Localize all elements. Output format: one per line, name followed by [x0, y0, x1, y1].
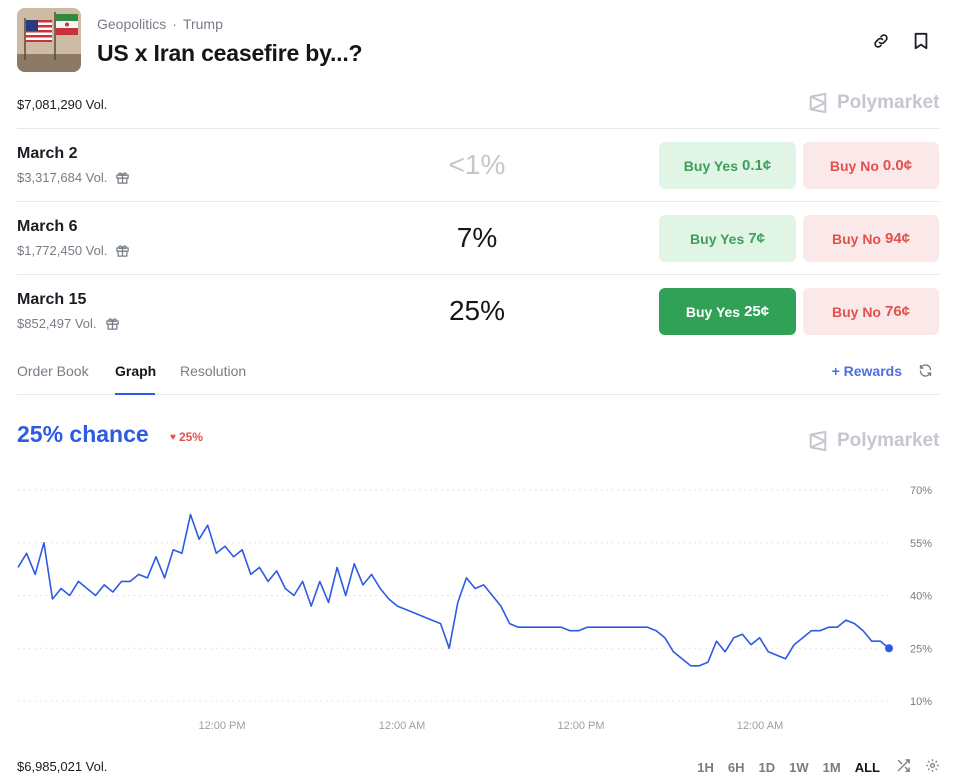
- buy-yes-label: Buy Yes: [683, 157, 739, 174]
- market-thumbnail: [17, 8, 81, 72]
- market-volume-text: $852,497 Vol.: [17, 316, 97, 331]
- breadcrumb-separator: ·: [172, 16, 177, 32]
- x-tick-label: 12:00 AM: [379, 720, 425, 732]
- polymarket-logo-icon: [809, 430, 827, 452]
- price-chart[interactable]: 70% 55% 40% 25% 10% 12:00 PM 12:00 AM 12:00 PM 1…: [0, 470, 958, 740]
- market-row-march-6[interactable]: March 6 $1,772,450 Vol. 7% Buy Yes 7¢ Bu…: [17, 202, 939, 275]
- x-tick-label: 12:00 AM: [737, 720, 783, 732]
- y-tick-label: 55%: [910, 538, 932, 550]
- bookmark-icon: [914, 32, 928, 50]
- buy-yes-button[interactable]: Buy Yes 7¢: [659, 215, 796, 262]
- chance-change: ♥ 25%: [170, 430, 203, 444]
- series-line: [17, 513, 890, 667]
- buy-yes-price: 7¢: [748, 230, 765, 247]
- buy-yes-label: Buy Yes: [685, 303, 741, 320]
- market-date: March 2: [17, 145, 78, 162]
- active-tab-indicator: [115, 393, 155, 395]
- total-volume: $7,081,290 Vol.: [17, 97, 108, 112]
- range-6h[interactable]: 6H: [728, 760, 745, 775]
- y-tick-label: 70%: [910, 485, 932, 497]
- range-all[interactable]: ALL: [855, 760, 880, 775]
- time-range-selector: 1H 6H 1D 1W 1M ALL: [697, 758, 940, 776]
- range-1w[interactable]: 1W: [789, 760, 809, 775]
- y-tick-label: 25%: [910, 643, 932, 655]
- x-tick-label: 12:00 PM: [557, 720, 604, 732]
- buy-yes-label: Buy Yes: [690, 230, 745, 247]
- buy-no-button[interactable]: Buy No 94¢: [803, 215, 939, 262]
- buy-yes-price: 0.1¢: [742, 157, 772, 174]
- bookmark-button[interactable]: [910, 30, 932, 52]
- polymarket-logo: Polymarket: [807, 92, 939, 114]
- market-header: Geopolitics · Trump US x Iran ceasefire by…: [17, 8, 941, 74]
- breadcrumb-category[interactable]: Geopolitics: [97, 16, 166, 32]
- gear-icon: [926, 759, 939, 772]
- breadcrumb-tag[interactable]: Trump: [183, 16, 223, 32]
- gift-icon: [116, 172, 130, 184]
- refresh-button[interactable]: [918, 363, 933, 383]
- x-tick-label: 12:00 PM: [198, 720, 245, 732]
- market-date: March 6: [17, 218, 78, 235]
- polymarket-watermark: Polymarket: [807, 430, 939, 452]
- y-tick-label: 40%: [910, 591, 932, 603]
- buy-yes-button[interactable]: Buy Yes 25¢: [659, 288, 796, 335]
- rewards-button[interactable]: + Rewards: [832, 363, 902, 379]
- last-point-marker: [885, 644, 893, 653]
- y-tick-label: 10%: [910, 696, 932, 708]
- market-volume: $3,317,684 Vol.: [17, 170, 130, 185]
- range-1m[interactable]: 1M: [823, 760, 841, 775]
- graph-volume: $6,985,021 Vol.: [17, 759, 108, 774]
- market-row-march-15[interactable]: March 15 $852,497 Vol. 25% Buy Yes 25¢ B…: [17, 275, 939, 348]
- tab-order-book[interactable]: Order Book: [17, 363, 89, 379]
- buy-yes-button[interactable]: Buy Yes 0.1¢: [659, 142, 796, 189]
- buy-no-label: Buy No: [829, 157, 879, 174]
- market-chance: <1%: [448, 149, 506, 180]
- buy-no-price: 76¢: [884, 303, 911, 320]
- market-chance: 7%: [456, 222, 498, 253]
- range-1d[interactable]: 1D: [759, 760, 776, 775]
- market-volume-text: $1,772,450 Vol.: [17, 243, 108, 258]
- market-chance: 25%: [448, 295, 506, 326]
- buy-no-label: Buy No: [831, 230, 881, 247]
- buy-yes-price: 25¢: [744, 303, 770, 320]
- market-row-march-2[interactable]: March 2 $3,317,684 Vol. <1% Buy Yes 0.1¢…: [17, 129, 939, 202]
- heart-icon: ♥: [170, 431, 176, 443]
- market-date: March 15: [17, 291, 87, 308]
- gift-icon: [116, 245, 130, 257]
- settings-button[interactable]: [925, 758, 940, 776]
- polymarket-logo-text: Polymarket: [837, 92, 940, 113]
- page-title: US x Iran ceasefire by...?: [97, 40, 363, 66]
- polymarket-logo-icon: [809, 92, 827, 114]
- buy-no-price: 94¢: [884, 230, 911, 247]
- tab-bar: Order Book Graph Resolution + Rewards: [17, 356, 939, 395]
- buy-no-button[interactable]: Buy No 76¢: [803, 288, 939, 335]
- market-volume: $852,497 Vol.: [17, 316, 120, 331]
- market-volume: $1,772,450 Vol.: [17, 243, 130, 258]
- chance-change-value: 25%: [178, 430, 203, 444]
- breadcrumb: Geopolitics · Trump: [97, 16, 223, 32]
- buy-no-button[interactable]: Buy No 0.0¢: [803, 142, 939, 189]
- market-volume-text: $3,317,684 Vol.: [17, 170, 108, 185]
- link-icon: [874, 34, 888, 48]
- shuffle-icon: [897, 759, 910, 772]
- gift-icon: [105, 318, 119, 330]
- range-1h[interactable]: 1H: [697, 760, 714, 775]
- polymarket-watermark-text: Polymarket: [837, 430, 940, 451]
- tab-graph[interactable]: Graph: [115, 363, 156, 379]
- shuffle-button[interactable]: [896, 758, 911, 776]
- current-chance: 25% chance: [17, 421, 149, 447]
- buy-no-label: Buy No: [831, 303, 881, 320]
- tab-resolution[interactable]: Resolution: [180, 363, 246, 379]
- refresh-icon: [919, 364, 932, 377]
- buy-no-price: 0.0¢: [882, 157, 913, 174]
- copy-link-button[interactable]: [870, 30, 892, 52]
